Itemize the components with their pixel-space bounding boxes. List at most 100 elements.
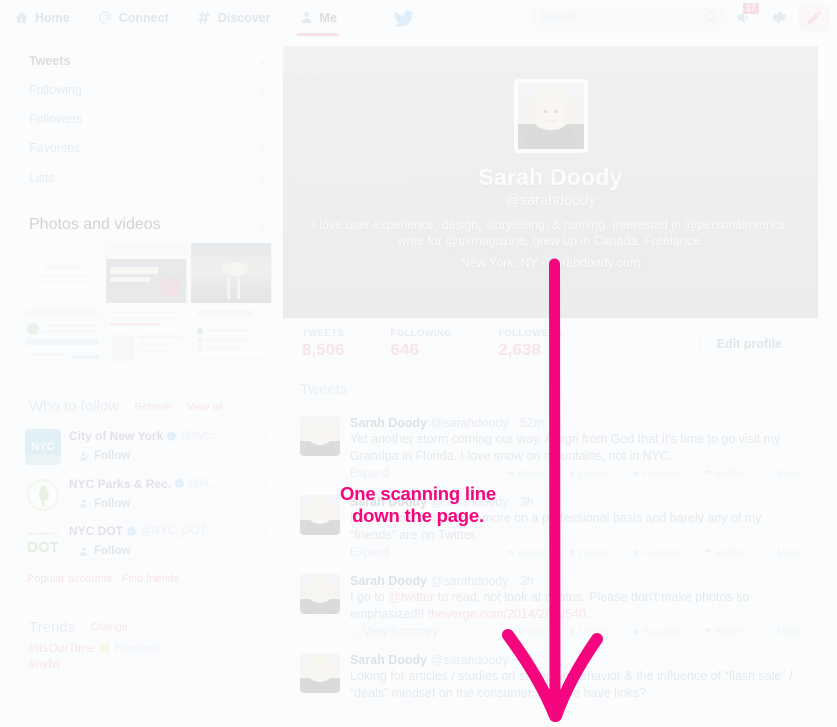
leaf-logo-avatar[interactable] xyxy=(25,476,61,513)
change-trends-link[interactable]: Change xyxy=(91,621,128,633)
compose-tweet-button[interactable] xyxy=(799,4,829,31)
tweet-action-buffer[interactable]: Buffer xyxy=(703,468,743,480)
verified-badge-icon xyxy=(126,525,137,536)
tweet-mention-link[interactable]: @twitter xyxy=(433,511,479,525)
dismiss-icon[interactable]: × xyxy=(262,524,269,538)
tweet-action-more[interactable]: More xyxy=(765,468,801,480)
stat-tweets[interactable]: TWEETS 8,506 xyxy=(302,328,345,360)
tweet-action-reply[interactable]: Reply xyxy=(506,626,545,638)
tweet-avatar[interactable] xyxy=(300,574,340,614)
trends-title: Trends xyxy=(29,618,76,636)
tweet-avatar[interactable] xyxy=(300,495,340,535)
search-icon[interactable] xyxy=(704,10,719,25)
profile-location-website[interactable]: New York, NY · sarahdoody.com xyxy=(309,256,792,270)
tweet-action-reply[interactable]: Reply xyxy=(506,468,545,480)
find-friends-link[interactable]: Find friends xyxy=(122,573,179,585)
tweet-header: Sarah Doody @sarahdoody · 52m xyxy=(350,416,801,430)
refresh-link[interactable]: Refresh xyxy=(135,401,172,413)
tweet-action-delete[interactable]: Delete xyxy=(567,626,609,638)
photos-and-videos-header[interactable]: Photos and videos › xyxy=(15,207,278,243)
tweet-timestamp[interactable]: 52m xyxy=(520,416,544,430)
suggested-account-name[interactable]: NYC Parks & Rec. xyxy=(69,477,171,491)
nyc-logo-avatar[interactable]: NYC xyxy=(25,429,61,465)
tweet-author-name[interactable]: Sarah Doody xyxy=(350,574,427,588)
tweet-timestamp[interactable]: 3h xyxy=(520,495,534,509)
nav-item-home[interactable]: Home xyxy=(0,0,84,36)
add-person-icon xyxy=(79,451,90,461)
tweet-avatar[interactable] xyxy=(300,416,340,456)
trend-tag[interactable]: #ItsOurTime xyxy=(29,641,95,655)
edit-profile-button[interactable]: Edit profile xyxy=(699,329,799,358)
tweet-mention-link[interactable]: @twitter xyxy=(388,590,434,604)
tweet-timestamp[interactable]: 3h xyxy=(520,653,534,667)
photo-thumbnail[interactable] xyxy=(105,243,188,303)
photo-thumbnail[interactable] xyxy=(189,243,272,303)
popular-accounts-link[interactable]: Popular accounts xyxy=(27,573,112,585)
profile-cover-photo[interactable]: Sarah Doody @sarahdoody I love user expe… xyxy=(283,46,818,318)
tweet-timestamp[interactable]: 3h xyxy=(520,574,534,588)
follow-button[interactable]: Follow xyxy=(69,494,141,513)
avatar-photo xyxy=(517,83,584,149)
photo-thumbnail[interactable] xyxy=(189,305,272,365)
tweet-author-handle[interactable]: @sarahdoody xyxy=(431,495,509,509)
trend-item[interactable]: #ItsOurTime Promoted xyxy=(15,640,278,656)
twitter-bird-icon[interactable] xyxy=(393,8,415,28)
profile-nav-card: Tweets › Following › Followers › Favorit… xyxy=(14,46,279,193)
photo-thumbnail[interactable] xyxy=(21,243,104,303)
tweet-author-handle[interactable]: @sarahdoody xyxy=(431,416,509,430)
tweet-author-name[interactable]: Sarah Doody xyxy=(350,416,427,430)
tweet-item[interactable]: Sarah Doody @sarahdoody · 3h I go to @tw… xyxy=(284,565,817,644)
sidebar-item-lists[interactable]: Lists › xyxy=(15,163,278,192)
tweet-item[interactable]: Sarah Doody @sarahdoody · 3h But, I also… xyxy=(284,486,817,565)
nav-item-connect[interactable]: Connect xyxy=(84,0,183,36)
sidebar-item-favorites[interactable]: Favorites › xyxy=(15,134,278,163)
tweet-avatar[interactable] xyxy=(300,653,340,693)
stat-followers[interactable]: FOLLOWERS 2,638 xyxy=(498,328,562,360)
profile-avatar[interactable] xyxy=(513,79,588,153)
tweet-action-delete[interactable]: Delete xyxy=(567,547,609,559)
nav-item-discover[interactable]: Discover xyxy=(183,0,285,36)
stat-following[interactable]: FOLLOWING 646 xyxy=(391,328,453,360)
document-icon xyxy=(351,627,358,637)
tweet-author-name[interactable]: Sarah Doody xyxy=(350,653,427,667)
tweet-expand-link[interactable]: Expand xyxy=(350,468,389,480)
tweet-action-buffer[interactable]: Buffer xyxy=(703,547,743,559)
photo-thumbnail[interactable] xyxy=(105,305,188,365)
nav-item-me[interactable]: Me xyxy=(285,0,351,36)
tweet-author-name[interactable]: Sarah Doody xyxy=(350,495,427,509)
follow-button[interactable]: Follow xyxy=(69,542,141,560)
tweet-action-favorite[interactable]: Favorite xyxy=(631,547,681,559)
trend-item[interactable]: #nyfw xyxy=(15,656,278,672)
dot-logo-avatar[interactable]: NEW YORK CITY DOT xyxy=(25,524,61,560)
tweet-expand-link[interactable]: Expand xyxy=(350,547,389,559)
settings-button[interactable] xyxy=(761,0,795,36)
suggested-account-name[interactable]: City of New York xyxy=(69,429,163,443)
trend-tag[interactable]: #nyfw xyxy=(29,657,60,671)
tweet-action-more[interactable]: More xyxy=(765,626,801,638)
tweet-author-handle[interactable]: @sarahdoody xyxy=(431,653,509,667)
tweet-action-more[interactable]: More xyxy=(765,547,801,559)
dismiss-icon[interactable]: × xyxy=(262,477,269,491)
photo-thumbnail[interactable] xyxy=(21,305,104,365)
sidebar-item-following[interactable]: Following › xyxy=(15,76,278,105)
tweet-url-link[interactable]: theverge.com/2014/2/11/540... xyxy=(428,607,597,621)
sidebar-item-followers[interactable]: Followers › xyxy=(15,105,278,134)
tweet-action-reply[interactable]: Reply xyxy=(506,547,545,559)
suggested-account-name[interactable]: NYC DOT xyxy=(69,524,123,538)
notification-badge: 17 xyxy=(742,2,759,14)
tweet-actions: Reply Delete Favorite Buffer More xyxy=(506,468,801,480)
tweet-item[interactable]: Sarah Doody @sarahdoody · 3h Loking for … xyxy=(284,644,817,708)
follow-button[interactable]: Follow xyxy=(69,447,141,465)
tweet-action-favorite[interactable]: Favorite xyxy=(631,468,681,480)
notifications-button[interactable]: 17 xyxy=(727,0,761,36)
tweet-item[interactable]: Sarah Doody @sarahdoody · 52m Yet anothe… xyxy=(284,407,817,486)
tweet-view-summary-link[interactable]: View summary xyxy=(350,626,438,638)
sidebar-item-tweets[interactable]: Tweets › xyxy=(15,47,278,76)
tweet-action-favorite[interactable]: Favorite xyxy=(631,626,681,638)
view-all-link[interactable]: View all xyxy=(187,401,223,413)
tweet-author-handle[interactable]: @sarahdoody xyxy=(431,574,509,588)
dismiss-icon[interactable]: × xyxy=(262,429,269,443)
search-input[interactable]: Search xyxy=(530,5,727,30)
tweet-action-delete[interactable]: Delete xyxy=(567,468,609,480)
tweet-action-buffer[interactable]: Buffer xyxy=(703,626,743,638)
